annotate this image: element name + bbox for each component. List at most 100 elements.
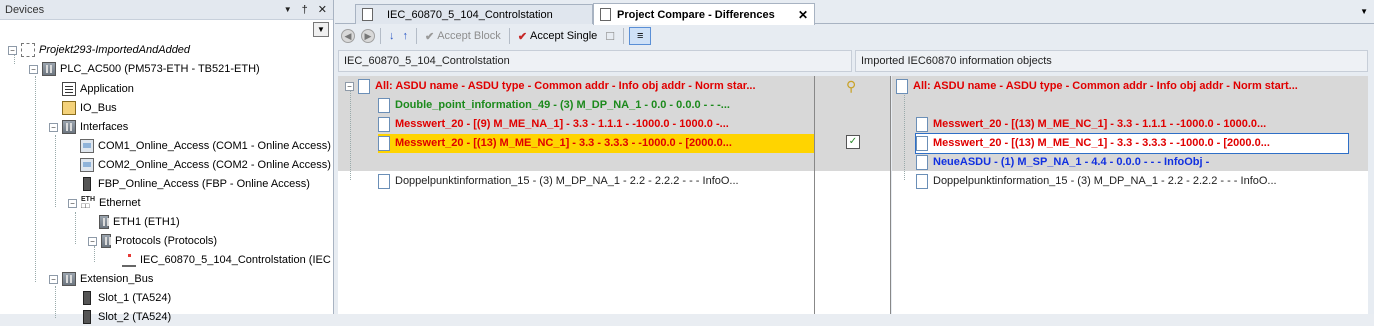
tree-item-ethernet[interactable]: − ETH □□ Ethernet (68, 194, 141, 212)
editor-area: IEC_60870_5_104_Controlstation Project C… (335, 0, 1374, 314)
left-row-selected[interactable]: Messwert_20 - [(13) M_ME_NC_1] - 3.3 - 3… (378, 134, 814, 153)
accept-block-button[interactable]: ✔ Accept Block (422, 27, 504, 45)
tree-item-slot2[interactable]: Slot_2 (TA524) (80, 308, 171, 326)
magnifier-icon[interactable]: ⚲ (846, 78, 856, 95)
accept-item-icon[interactable]: ✓ (846, 135, 860, 149)
right-row-unchanged[interactable]: Doppelpunktinformation_15 - (3) M_DP_NA_… (916, 172, 1368, 191)
devices-pane: Devices ▼ † ✕ ▼ − Projekt293-ImportedAnd… (0, 0, 334, 324)
tree-item-label: Slot_2 (TA524) (98, 311, 172, 323)
accept-block-label: Accept Block (437, 30, 501, 42)
tree-item-protocols[interactable]: − Protocols (Protocols) (88, 232, 217, 250)
right-row-header[interactable]: All: ASDU name - ASDU type - Common addr… (896, 77, 1368, 96)
protocols-icon (101, 234, 111, 248)
tree-item-application[interactable]: Application (62, 80, 134, 98)
extension-bus-icon (62, 272, 76, 286)
forward-icon[interactable]: ▶ (361, 29, 375, 43)
tree-item-io-bus[interactable]: IO_Bus (62, 99, 117, 117)
tab-project-compare[interactable]: Project Compare - Differences ✕ (593, 3, 815, 25)
close-icon[interactable]: ✕ (318, 0, 327, 20)
devices-header: Devices ▼ † ✕ (0, 0, 333, 20)
document-icon (916, 174, 928, 189)
tree-item-label: Protocols (Protocols) (115, 235, 218, 247)
network-icon (122, 253, 136, 267)
tree-item-eth1[interactable]: ETH1 (ETH1) (99, 213, 180, 231)
right-row-changed[interactable]: Messwert_20 - [(13) M_ME_NC_1] - 3.3 - 1… (916, 115, 1368, 134)
right-row-new[interactable]: NeueASDU - (1) M_SP_NA_1 - 4.4 - 0.0.0 -… (916, 153, 1368, 172)
checkmark-icon: ✔ (517, 30, 528, 43)
tree-item-com1[interactable]: COM1_Online_Access (COM1 - Online Access… (80, 137, 331, 155)
left-row-unchanged[interactable]: Doppelpunktinformation_15 - (3) M_DP_NA_… (378, 172, 814, 191)
tree-item-project[interactable]: − Projekt293-ImportedAndAdded (8, 41, 190, 59)
interfaces-icon (62, 120, 76, 134)
slot-icon (83, 291, 91, 305)
pin-icon[interactable]: † (302, 0, 308, 20)
tree-item-label: ETH1 (ETH1) (113, 216, 180, 228)
tab-label: Project Compare - Differences (617, 8, 775, 21)
tree-item-interfaces[interactable]: − Interfaces (49, 118, 128, 136)
left-row-changed[interactable]: Messwert_20 - [(9) M_ME_NA_1] - 3.3 - 1.… (378, 115, 814, 134)
right-row-selected[interactable]: Messwert_20 - [(13) M_ME_NC_1] - 3.3 - 3… (915, 133, 1349, 154)
document-icon (916, 155, 928, 170)
merge-action-column: ⚲ ✓ (814, 76, 891, 314)
tree-item-label: Ethernet (99, 197, 141, 209)
document-icon (916, 117, 928, 132)
document-icon (378, 174, 390, 189)
application-icon (62, 82, 76, 96)
tree-item-label: Projekt293-ImportedAndAdded (39, 44, 191, 56)
tree-item-label: IEC_60870_5_104_Controlstation (IEC (140, 254, 331, 266)
tree-item-plc[interactable]: − PLC_AC500 (PM573-ETH - TB521-ETH) (29, 60, 260, 78)
tree-item-label: Interfaces (80, 121, 129, 133)
tab-label: IEC_60870_5_104_Controlstation (387, 8, 553, 21)
back-icon[interactable]: ◀ (341, 29, 355, 43)
tab-controlstation[interactable]: IEC_60870_5_104_Controlstation (355, 4, 593, 24)
left-path-field: IEC_60870_5_104_Controlstation (338, 50, 852, 72)
devices-title: Devices (5, 4, 45, 16)
checkmark-icon: ✔ (425, 30, 435, 43)
tree-item-fbp[interactable]: FBP_Online_Access (FBP - Online Access) (80, 175, 310, 193)
tree-item-extension-bus[interactable]: − Extension_Bus (49, 270, 153, 288)
tree-item-iec-controlstation[interactable]: IEC_60870_5_104_Controlstation (IEC (122, 251, 331, 269)
document-icon (378, 98, 390, 113)
fbp-icon (83, 177, 91, 191)
io-bus-icon (62, 101, 76, 115)
tab-list-dropdown-icon[interactable]: ▼ (1360, 7, 1368, 16)
document-icon (358, 79, 370, 94)
tree-item-label: Extension_Bus (80, 273, 154, 285)
tree-item-slot1[interactable]: Slot_1 (TA524) (80, 289, 171, 307)
plc-icon (42, 62, 56, 76)
com-port-icon (80, 139, 94, 153)
tree-item-label: Application (80, 83, 134, 95)
close-tab-icon[interactable]: ✕ (798, 8, 808, 22)
pane-dropdown-icon[interactable]: ▼ (284, 0, 292, 20)
accept-single-button[interactable]: ✔ Accept Single (515, 27, 600, 45)
document-icon (378, 136, 390, 151)
tree-item-label: COM1_Online_Access (COM1 - Online Access… (98, 140, 331, 152)
document-icon (378, 117, 390, 132)
left-compare-pane: − All: ASDU name - ASDU type - Common ad… (338, 76, 814, 314)
tree-item-label: PLC_AC500 (PM573-ETH - TB521-ETH) (60, 63, 260, 75)
previous-difference-icon[interactable]: ↑ (400, 27, 412, 45)
right-compare-pane: All: ASDU name - ASDU type - Common addr… (892, 76, 1368, 314)
document-icon (600, 8, 611, 21)
tree-item-label: FBP_Online_Access (FBP - Online Access) (98, 178, 310, 190)
document-icon (916, 136, 928, 151)
project-icon (21, 43, 35, 57)
document-icon (362, 8, 373, 21)
right-path-field: Imported IEC60870 information objects (855, 50, 1368, 72)
accept-single-label: Accept Single (530, 30, 598, 42)
left-row-added[interactable]: Double_point_information_49 - (3) M_DP_N… (378, 96, 814, 115)
tree-item-label: COM2_Online_Access (COM2 - Online Access… (98, 159, 331, 171)
ethernet-icon: ETH □□ (81, 196, 95, 210)
next-difference-icon[interactable]: ↓ (386, 27, 398, 45)
toggle-view-icon[interactable]: ≡ (629, 27, 652, 45)
slot-icon (83, 310, 91, 324)
tree-item-label: Slot_1 (TA524) (98, 292, 172, 304)
editor-tabs: IEC_60870_5_104_Controlstation Project C… (335, 0, 1374, 25)
accept-document-icon[interactable]: ☐ (602, 27, 618, 45)
left-row-header[interactable]: All: ASDU name - ASDU type - Common addr… (358, 77, 814, 96)
tree-item-com2[interactable]: COM2_Online_Access (COM2 - Online Access… (80, 156, 331, 174)
devices-dropdown-button[interactable]: ▼ (313, 22, 329, 37)
com-port-icon (80, 158, 94, 172)
document-icon (896, 79, 908, 94)
tree-item-label: IO_Bus (80, 102, 117, 114)
